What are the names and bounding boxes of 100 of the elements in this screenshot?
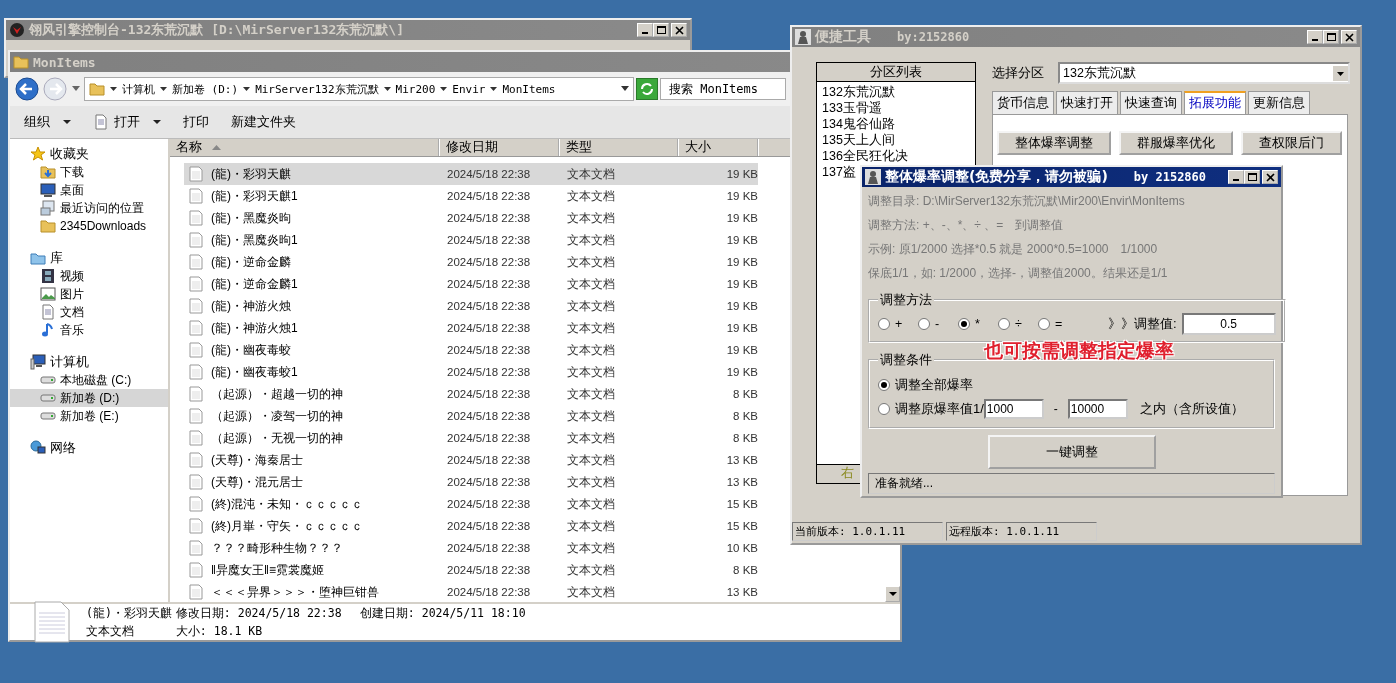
file-row[interactable]: (終)混沌・未知・ｃｃｃｃｃ 2024/5/18 22:38 文本文档 15 KB <box>184 493 758 515</box>
file-row[interactable]: (龍)・逆命金麟1 2024/5/18 22:38 文本文档 19 KB <box>184 273 758 295</box>
tab[interactable]: 更新信息 <box>1248 91 1310 114</box>
minimize-button[interactable] <box>1228 170 1244 184</box>
close-button[interactable] <box>1341 30 1357 44</box>
caret-icon[interactable] <box>440 86 448 92</box>
caret-icon[interactable] <box>621 86 629 92</box>
radio-icon[interactable] <box>878 318 890 330</box>
caret-icon[interactable] <box>243 86 251 92</box>
breadcrumb-item[interactable]: 新加卷 (D:) <box>172 81 239 97</box>
file-row[interactable]: (天尊)・海秦居士 2024/5/18 22:38 文本文档 13 KB <box>184 449 758 471</box>
minimize-button[interactable] <box>637 23 653 37</box>
close-button[interactable] <box>1262 170 1278 184</box>
caret-icon[interactable] <box>160 86 167 92</box>
tab[interactable]: 快速查询 <box>1120 91 1182 114</box>
minimize-button[interactable] <box>1307 30 1323 44</box>
refresh-button[interactable] <box>636 78 658 100</box>
nav-item[interactable]: 新加卷 (E:) <box>10 407 168 425</box>
apply-button[interactable]: 一键调整 <box>987 435 1156 469</box>
action-button[interactable]: 群服爆率优化 <box>1119 131 1233 155</box>
nav-item[interactable]: 本地磁盘 (C:) <box>10 371 168 389</box>
caret-icon[interactable] <box>490 86 498 92</box>
radio-icon[interactable] <box>958 318 970 330</box>
file-row[interactable]: (龍)・神游火烛1 2024/5/18 22:38 文本文档 19 KB <box>184 317 758 339</box>
file-row[interactable]: (龍)・神游火烛 2024/5/18 22:38 文本文档 19 KB <box>184 295 758 317</box>
partition-dropdown[interactable]: 132东荒沉默 <box>1058 62 1350 84</box>
file-row[interactable]: (龍)・黑魔炎昫 2024/5/18 22:38 文本文档 19 KB <box>184 207 758 229</box>
partition-item[interactable]: 135天上人间 <box>822 132 970 148</box>
radio-option[interactable]: * <box>958 317 998 331</box>
radio-icon[interactable] <box>998 318 1010 330</box>
radio-icon[interactable] <box>878 379 890 391</box>
tab[interactable]: 快速打开 <box>1056 91 1118 114</box>
scrollbar[interactable] <box>885 586 900 602</box>
file-row[interactable]: (龍)・黑魔炎昫1 2024/5/18 22:38 文本文档 19 KB <box>184 229 758 251</box>
partition-item[interactable]: 132东荒沉默 <box>822 84 970 100</box>
tab[interactable]: 拓展功能 <box>1184 91 1246 114</box>
address-bar[interactable]: 计算机 新加卷 (D:) MirServer132东荒沉默 Mir200 Envir MonItems <box>84 77 634 101</box>
caret-icon[interactable] <box>383 86 391 92</box>
value-field[interactable]: 0.5 <box>1181 313 1276 335</box>
nav-item[interactable]: 图片 <box>10 285 168 303</box>
nav-item[interactable]: 库 <box>10 249 168 267</box>
toolbar-button[interactable]: 新建文件夹 <box>225 111 302 133</box>
maximize-button[interactable] <box>653 23 669 37</box>
file-row[interactable]: (終)月崋・守矢・ｃｃｃｃｃ 2024/5/18 22:38 文本文档 15 KB <box>184 515 758 537</box>
radio-option[interactable]: 调整全部爆率 <box>878 376 973 394</box>
file-row[interactable]: (龍)・逆命金麟 2024/5/18 22:38 文本文档 19 KB <box>184 251 758 273</box>
partition-item[interactable]: 134鬼谷仙路 <box>822 116 970 132</box>
close-button[interactable] <box>671 23 687 37</box>
breadcrumb-item[interactable]: MonItems <box>502 82 556 96</box>
radio-option[interactable]: - <box>918 317 958 331</box>
nav-item[interactable]: 桌面 <box>10 181 168 199</box>
radio-option[interactable]: = <box>1038 317 1078 331</box>
column-header[interactable]: 类型 <box>560 139 679 156</box>
toolbar-button[interactable]: 打印 <box>177 111 215 133</box>
column-header[interactable]: 修改日期 <box>440 139 560 156</box>
search-field[interactable]: 搜索 MonItems <box>660 78 786 100</box>
from-field[interactable]: 1000 <box>983 399 1044 419</box>
breadcrumb-item[interactable]: MirServer132东荒沉默 <box>255 81 379 97</box>
column-header[interactable]: 名称 <box>170 139 440 156</box>
column-header[interactable]: 大小 <box>679 139 759 156</box>
file-row[interactable]: (龍)・彩羽天麒1 2024/5/18 22:38 文本文档 19 KB <box>184 185 758 207</box>
tab[interactable]: 货币信息 <box>992 91 1054 114</box>
maximize-button[interactable] <box>1244 170 1260 184</box>
nav-item[interactable]: 网络 <box>10 439 168 457</box>
back-button[interactable] <box>14 76 40 102</box>
nav-item[interactable]: 新加卷 (D:) <box>10 389 168 407</box>
to-field[interactable]: 10000 <box>1067 399 1128 419</box>
nav-item[interactable]: 音乐 <box>10 321 168 339</box>
maximize-button[interactable] <box>1323 30 1339 44</box>
file-row[interactable]: (龍)・幽夜毒蛟 2024/5/18 22:38 文本文档 19 KB <box>184 339 758 361</box>
file-row[interactable]: (龍)・幽夜毒蛟1 2024/5/18 22:38 文本文档 19 KB <box>184 361 758 383</box>
breadcrumb-item[interactable]: Mir200 <box>395 82 436 96</box>
radio-option[interactable]: ÷ <box>998 317 1038 331</box>
breadcrumb-item[interactable]: Envir <box>452 82 486 96</box>
radio-icon[interactable] <box>1038 318 1050 330</box>
file-row[interactable]: （起源）・凌驾一切的神 2024/5/18 22:38 文本文档 8 KB <box>184 405 758 427</box>
nav-item[interactable]: 收藏夹 <box>10 145 168 163</box>
nav-item[interactable]: 下载 <box>10 163 168 181</box>
nav-item[interactable]: 视频 <box>10 267 168 285</box>
file-row[interactable]: ？？？畸形种生物？？？ 2024/5/18 22:38 文本文档 10 KB <box>184 537 758 559</box>
file-row[interactable]: （起源）・无视一切的神 2024/5/18 22:38 文本文档 8 KB <box>184 427 758 449</box>
radio-icon[interactable] <box>878 403 890 415</box>
file-row[interactable]: (天尊)・混元居士 2024/5/18 22:38 文本文档 13 KB <box>184 471 758 493</box>
caret-icon[interactable] <box>110 86 117 92</box>
action-button[interactable]: 整体爆率调整 <box>997 131 1111 155</box>
nav-item[interactable]: 计算机 <box>10 353 168 371</box>
file-row[interactable]: ＜＜＜异界＞＞＞・堕神巨钳兽 2024/5/18 22:38 文本文档 13 KB <box>184 581 758 603</box>
nav-item[interactable]: 文档 <box>10 303 168 321</box>
partition-item[interactable]: 136全民狂化决 <box>822 148 970 164</box>
nav-item[interactable]: 最近访问的位置 <box>10 199 168 217</box>
nav-item[interactable]: 2345Downloads <box>10 217 168 235</box>
breadcrumb-item[interactable]: 计算机 <box>122 81 155 97</box>
toolbar-button[interactable]: 组织 <box>18 111 77 133</box>
toolbar-button[interactable]: 打开 <box>87 111 167 133</box>
partition-item[interactable]: 133玉骨遥 <box>822 100 970 116</box>
radio-option[interactable]: + <box>878 317 918 331</box>
file-row[interactable]: (龍)・彩羽天麒 2024/5/18 22:38 文本文档 19 KB <box>184 163 758 185</box>
action-button[interactable]: 查权限后门 <box>1241 131 1342 155</box>
file-row[interactable]: （起源）・超越一切的神 2024/5/18 22:38 文本文档 8 KB <box>184 383 758 405</box>
radio-option[interactable]: 调整原爆率值1/ <box>878 400 984 418</box>
